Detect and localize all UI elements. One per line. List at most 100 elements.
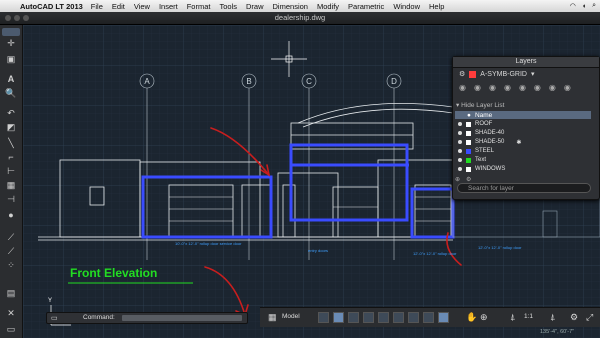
layer-icon[interactable]: ▤ — [4, 287, 18, 299]
volume-icon[interactable]: ◖ — [582, 3, 586, 10]
layer-row[interactable]: STEEL — [455, 147, 591, 155]
layer-settings-icon[interactable]: ⚙ — [466, 176, 471, 183]
dynamic-ucs-button[interactable] — [408, 312, 419, 323]
layer-freeze-icon[interactable]: ◉ — [504, 83, 511, 92]
menu-tools[interactable]: Tools — [219, 2, 237, 11]
menu-window[interactable]: Window — [393, 2, 420, 11]
menu-extras: ◠ ◖ ⌕ — [570, 0, 596, 12]
menu-view[interactable]: View — [134, 2, 150, 11]
window-title: dealership.dwg — [274, 13, 326, 22]
polyline-icon[interactable]: ⌐ — [4, 151, 18, 163]
layer-lock-icon[interactable]: ◉ — [519, 83, 526, 92]
layer-state-icon[interactable]: ◉ — [459, 83, 466, 92]
zoom-icon[interactable]: 🔍 — [4, 87, 18, 99]
menu-format[interactable]: Format — [187, 2, 211, 11]
select-icon[interactable]: ▣ — [4, 53, 18, 65]
snap-mode-button[interactable] — [318, 312, 329, 323]
layers-palette: Layers ⚙ A-SYMB-GRID ▾ ◉ ◉ ◉ ◉ ◉ ◉ ◉ ◉ ▾… — [452, 56, 600, 200]
model-tab[interactable]: Model — [282, 313, 300, 320]
note-service-door: 10'-0"x 12'-0" rollup door service door — [175, 241, 242, 246]
command-label: Command: — [83, 314, 115, 321]
utilities-icon[interactable]: ✕ — [4, 307, 18, 319]
properties-icon[interactable]: ◩ — [4, 121, 18, 133]
layer-tools: ◉ ◉ ◉ ◉ ◉ ◉ ◉ ◉ — [459, 83, 571, 92]
layer-row[interactable]: Text — [455, 156, 591, 164]
tool-sets-palette: ✛ ▣ A 🔍 ↶ ◩ ╲ ⌐ ⊢ ▦ ⊣ ● ⟋ ⟋ ⁘ ▤ ✕ ▭ — [0, 25, 23, 338]
layer-color-swatch — [466, 130, 471, 136]
menu-modify[interactable]: Modify — [317, 2, 339, 11]
fullscreen-icon[interactable]: ⤢ — [586, 312, 593, 323]
menu-help[interactable]: Help — [429, 2, 444, 11]
layer-row[interactable]: SHADE-40 — [455, 129, 591, 137]
status-bar: ▦ Model ✋ ⊕ ⍋ 1:1 ⍋ ⚙ ⤢ — [260, 307, 600, 327]
command-close-icon[interactable]: ▭ — [51, 314, 58, 322]
new-layer-icon[interactable]: ⊕ — [455, 176, 460, 183]
name-column-header: Name — [474, 111, 493, 119]
object-snap-tracking-button[interactable] — [393, 312, 404, 323]
menu-draw[interactable]: Draw — [246, 2, 264, 11]
wifi-icon[interactable]: ◠ — [570, 2, 576, 10]
menu-dimension[interactable]: Dimension — [273, 2, 308, 11]
text-icon[interactable]: A — [4, 73, 18, 85]
move-icon[interactable]: ✛ — [4, 37, 18, 49]
grid-bubble-b: B — [246, 77, 251, 86]
app-menu[interactable]: AutoCAD LT 2013 — [20, 2, 83, 11]
circle-icon[interactable]: ● — [4, 209, 18, 221]
trim-icon[interactable]: ⊢ — [4, 165, 18, 177]
menu-file[interactable]: File — [91, 2, 103, 11]
annotation-scale-icon[interactable]: ⍋ — [510, 312, 515, 323]
menu-insert[interactable]: Insert — [159, 2, 178, 11]
current-layer-color — [469, 70, 477, 78]
annotation-scale[interactable]: 1:1 — [524, 313, 533, 320]
layer-color-swatch — [466, 148, 471, 154]
polar-tracking-button[interactable] — [363, 312, 374, 323]
pan-icon[interactable]: ✋ — [466, 312, 477, 323]
note-rollup-door-2: 12'-0"x 12'-0" rollup door — [478, 245, 522, 250]
layer-row[interactable]: ROOF — [455, 120, 591, 128]
layer-list-header[interactable]: ● Name — [455, 111, 591, 119]
layer-list-actions: ⊕ ⚙ — [455, 176, 593, 183]
dynamic-input-button[interactable] — [423, 312, 434, 323]
lineweight-button[interactable] — [438, 312, 449, 323]
tool-set-selector[interactable] — [2, 28, 20, 36]
layer-color-swatch — [466, 166, 471, 172]
workspace-icon[interactable]: ⚙ — [570, 312, 578, 323]
layer-on-icon: ⚙ — [459, 71, 466, 78]
layer-row[interactable]: SHADE-50 ✱ — [455, 138, 591, 146]
layer-merge-icon[interactable]: ◉ — [564, 83, 571, 92]
hide-layer-list-toggle[interactable]: ▾ Hide Layer List — [456, 101, 594, 109]
leader-icon[interactable]: ⟋ — [4, 245, 18, 257]
layer-color-swatch — [466, 121, 471, 127]
layer-off-icon[interactable]: ◉ — [489, 83, 496, 92]
dimension-icon[interactable]: ⟋ — [4, 231, 18, 243]
cursor-coordinates: 135'-4", 60'-7" — [540, 329, 575, 335]
layer-row[interactable]: WINDOWS — [455, 165, 591, 173]
menu-parametric[interactable]: Parametric — [348, 2, 384, 11]
extend-icon[interactable]: ⊣ — [4, 193, 18, 205]
grid-bubble-c: C — [306, 77, 312, 86]
annotation-visibility-icon[interactable]: ⍋ — [550, 312, 555, 323]
grid-bubble-a: A — [144, 77, 150, 86]
search-icon[interactable]: ⌕ — [592, 2, 596, 10]
layer-walk-icon[interactable]: ◉ — [549, 83, 556, 92]
grid-bubble-d: D — [391, 77, 397, 86]
chevron-down-icon: ▾ — [530, 71, 535, 78]
grid-display-button[interactable] — [333, 312, 344, 323]
undo-icon[interactable]: ↶ — [4, 107, 18, 119]
command-input[interactable] — [122, 315, 242, 321]
object-snap-button[interactable] — [378, 312, 389, 323]
layer-search-input[interactable]: Search for layer — [457, 183, 591, 193]
layer-match-icon[interactable]: ◉ — [534, 83, 541, 92]
menu-edit[interactable]: Edit — [112, 2, 125, 11]
line-icon[interactable]: ╲ — [4, 137, 18, 149]
ortho-mode-button[interactable] — [348, 312, 359, 323]
zoom-canvas-icon[interactable]: ⊕ — [480, 312, 488, 323]
current-layer-dropdown[interactable]: ⚙ A-SYMB-GRID ▾ — [459, 70, 534, 78]
block-icon[interactable]: ⁘ — [4, 259, 18, 271]
note-entry-doors: entry doors — [308, 248, 328, 253]
hatch-icon[interactable]: ▦ — [4, 179, 18, 191]
menu-bar: AutoCAD LT 2013 File Edit View Insert Fo… — [0, 0, 600, 12]
table-icon[interactable]: ▭ — [4, 323, 18, 335]
layer-isolate-icon[interactable]: ◉ — [474, 83, 481, 92]
layout-icon[interactable]: ▦ — [268, 312, 277, 323]
